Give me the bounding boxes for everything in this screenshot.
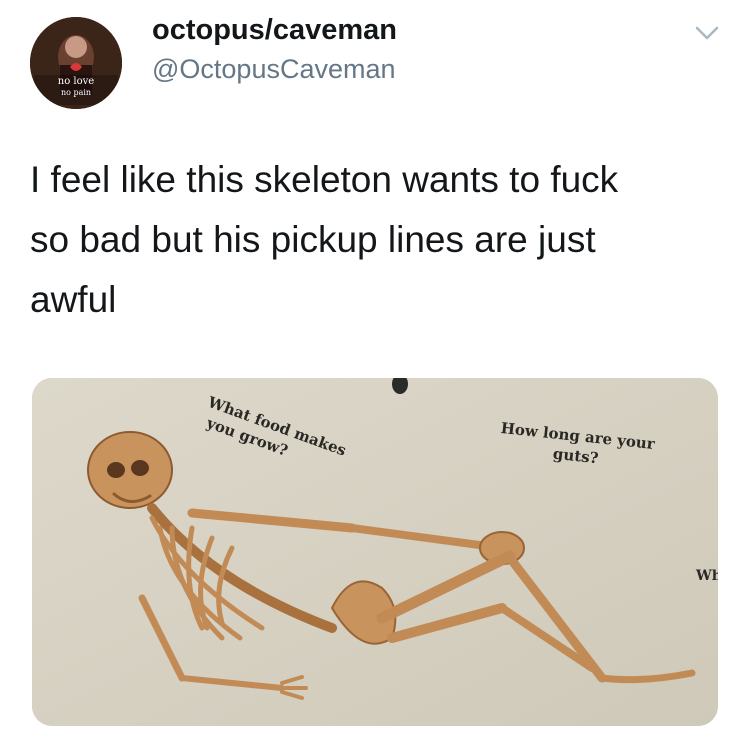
avatar-image: no love no pain: [30, 17, 122, 109]
tweet-media-image[interactable]: What food makes you grow? How long are y…: [32, 378, 718, 726]
author-handle[interactable]: @OctopusCaveman: [152, 54, 396, 85]
author-display-name[interactable]: octopus/caveman: [152, 14, 397, 47]
speech-bubble-partial: Wh: [696, 566, 718, 586]
tweet-text-line: I feel like this skeleton wants to fuck: [30, 159, 619, 200]
avatar-caption-1: no love: [58, 76, 95, 87]
avatar-caption-2: no pain: [61, 88, 91, 97]
tweet-text: I feel like this skeleton wants to fuck …: [30, 150, 720, 330]
tweet-text-line: so bad but his pickup lines are just: [30, 219, 596, 260]
tweet-text-line: awful: [30, 279, 117, 320]
avatar[interactable]: no love no pain: [30, 17, 122, 109]
tweet-card: no love no pain octopus/caveman @Octopus…: [0, 0, 750, 751]
speech-bubble-line: Wh: [696, 568, 718, 584]
chevron-down-icon[interactable]: [694, 24, 720, 42]
